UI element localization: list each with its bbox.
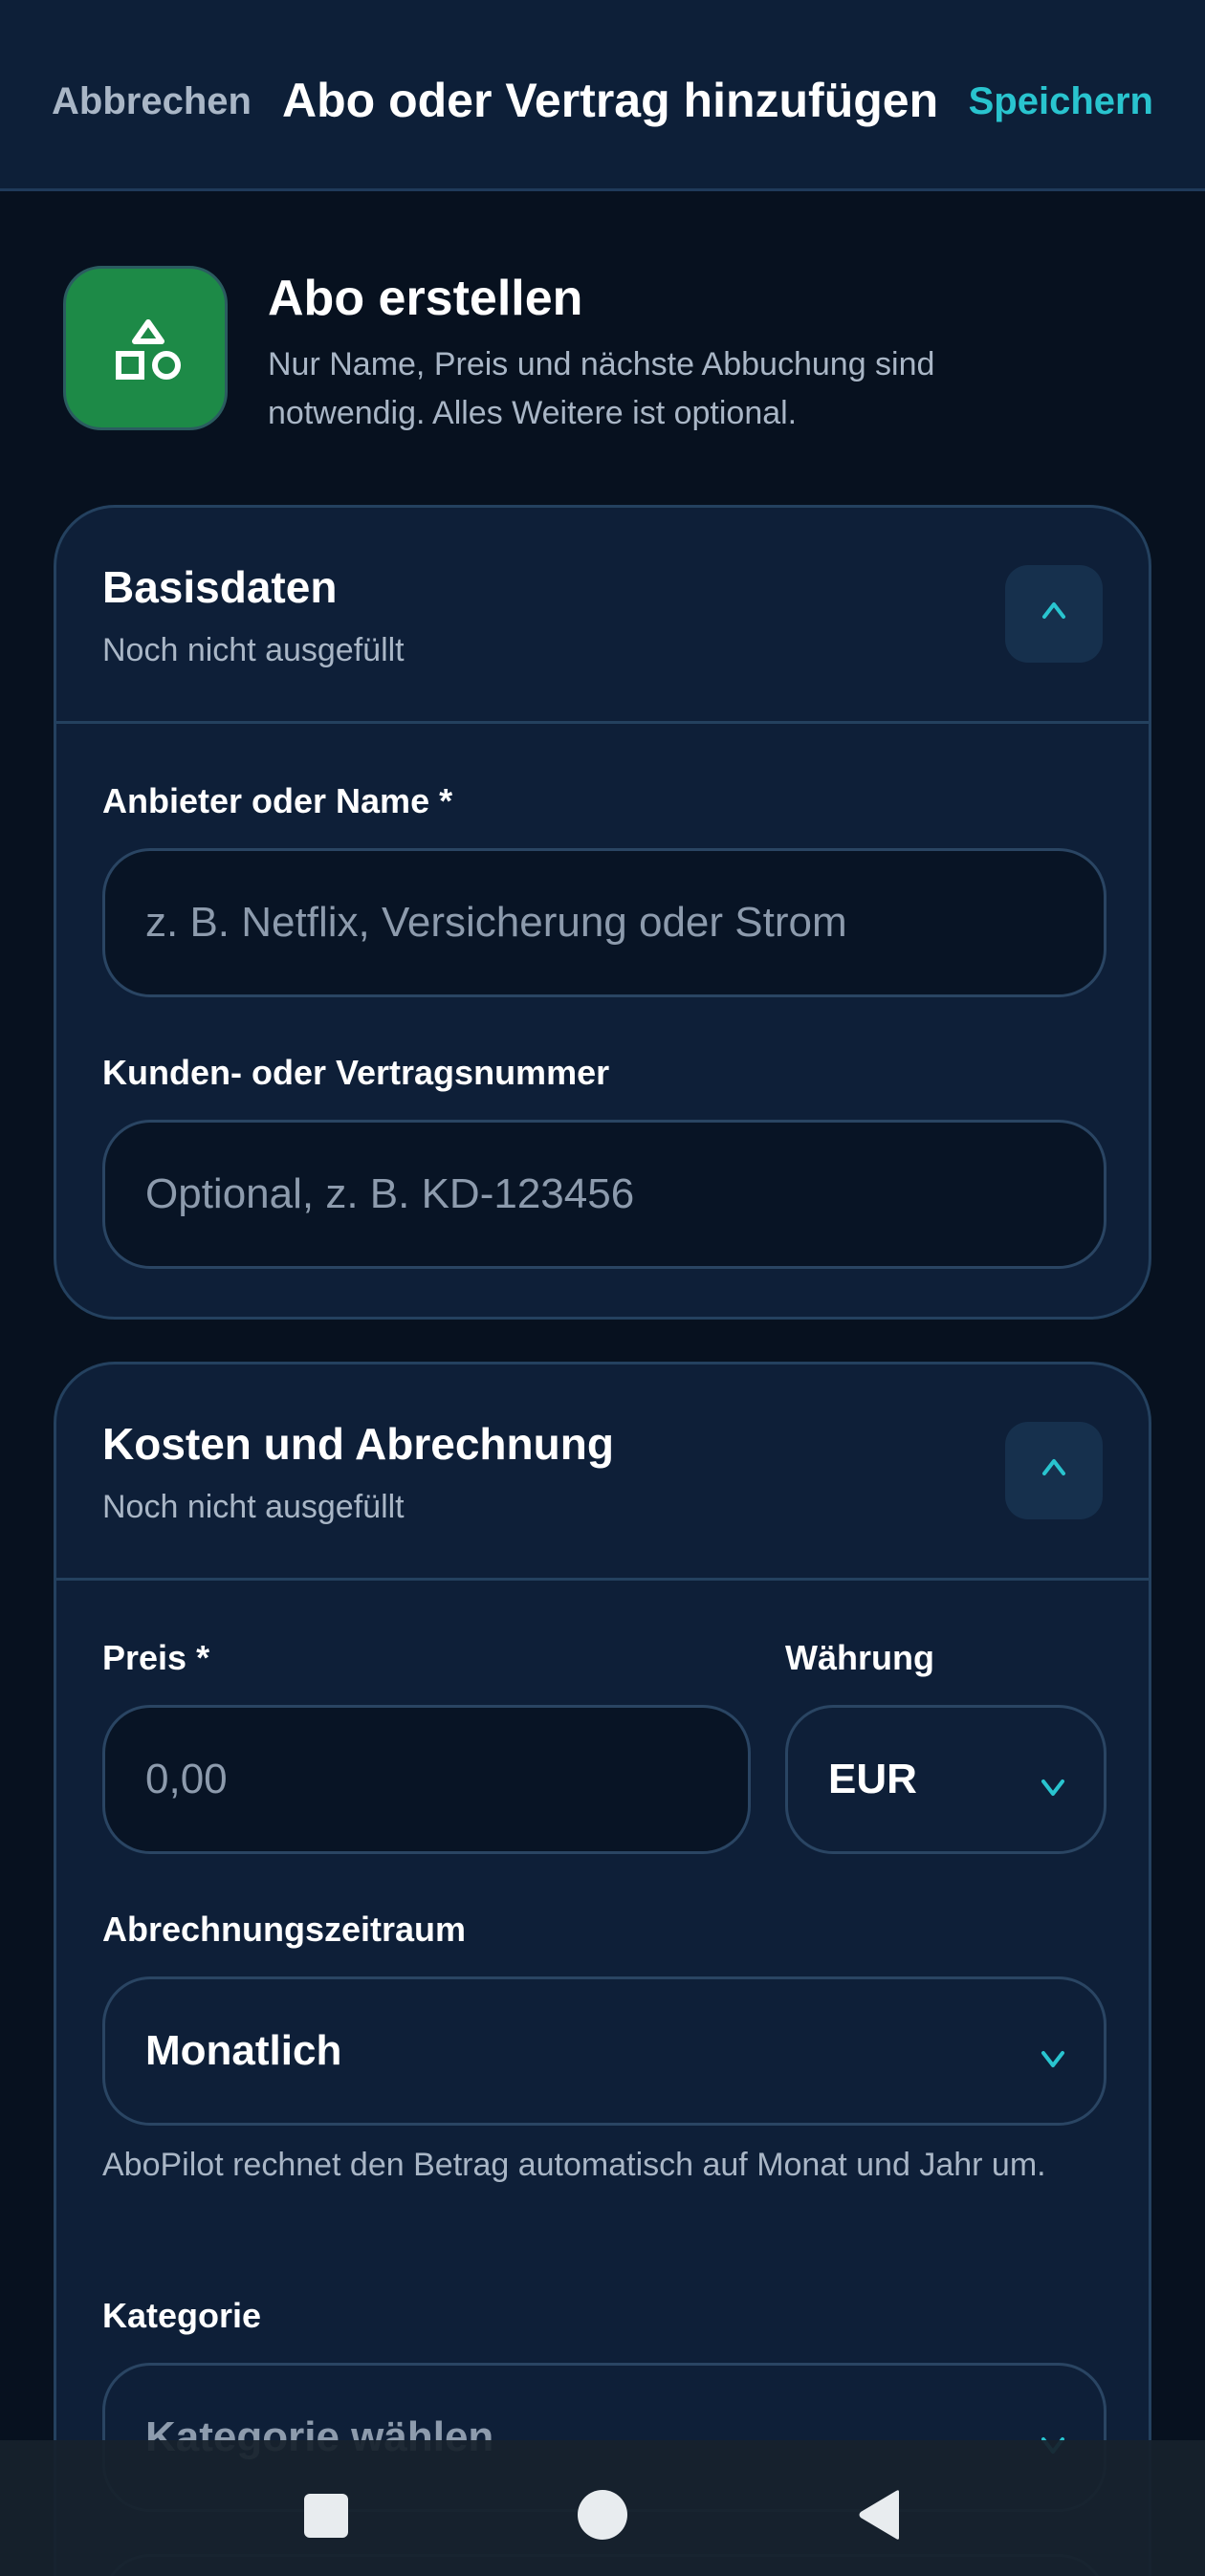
kosten-header[interactable]: Kosten und Abrechnung Noch nicht ausgefü… <box>56 1364 1149 1581</box>
back-icon[interactable] <box>855 2488 903 2546</box>
currency-label: Währung <box>785 1638 934 1677</box>
billing-period-value: Monatlich <box>145 2027 342 2074</box>
chevron-up-icon <box>1042 1459 1065 1475</box>
name-label: Anbieter oder Name * <box>102 781 453 820</box>
intro-title: Abo erstellen <box>268 271 583 326</box>
collapse-basisdaten-button[interactable] <box>1005 565 1103 663</box>
intro-description: Nur Name, Preis und nächste Abbuchung si… <box>268 346 935 431</box>
contract-number-input[interactable] <box>105 1123 1104 1266</box>
billing-period-select[interactable]: Monatlich <box>102 1976 1106 2126</box>
chevron-down-icon <box>1041 1779 1064 1796</box>
contract-number-field <box>102 1120 1106 1269</box>
kosten-section: Kosten und Abrechnung Noch nicht ausgefü… <box>54 1362 1151 2576</box>
currency-select[interactable]: EUR <box>785 1705 1106 1854</box>
shapes-icon <box>63 266 228 430</box>
section-title: Basisdaten <box>102 562 338 612</box>
category-label: Kategorie <box>102 2296 262 2335</box>
section-status: Noch nicht ausgefüllt <box>102 632 405 668</box>
home-icon[interactable] <box>578 2490 627 2540</box>
contract-number-label: Kunden- oder Vertragsnummer <box>102 1053 610 1092</box>
recents-icon[interactable] <box>304 2494 348 2538</box>
cancel-button[interactable]: Abbrechen <box>52 80 252 123</box>
price-label: Preis * <box>102 1638 210 1677</box>
add-subscription-screen: Abbrechen Abo oder Vertrag hinzufügen Sp… <box>0 0 1205 2576</box>
basisdaten-section: Basisdaten Noch nicht ausgefüllt Anbiete… <box>54 505 1151 1320</box>
currency-value: EUR <box>828 1756 917 1802</box>
price-field <box>102 1705 751 1854</box>
section-status: Noch nicht ausgefüllt <box>102 1489 405 1525</box>
chevron-up-icon <box>1042 602 1065 619</box>
basisdaten-header[interactable]: Basisdaten Noch nicht ausgefüllt <box>56 508 1149 724</box>
save-button[interactable]: Speichern <box>969 80 1153 123</box>
price-input[interactable] <box>105 1708 748 1851</box>
name-field <box>102 848 1106 997</box>
page-title: Abo oder Vertrag hinzufügen <box>282 74 939 127</box>
system-navigation-bar <box>0 2440 1205 2576</box>
billing-period-label: Abrechnungszeitraum <box>102 1910 467 1949</box>
chevron-down-icon <box>1041 2051 1064 2067</box>
top-bar: Abbrechen Abo oder Vertrag hinzufügen Sp… <box>0 0 1205 191</box>
billing-period-hint: AboPilot rechnet den Betrag automatisch … <box>102 2147 1046 2183</box>
collapse-kosten-button[interactable] <box>1005 1422 1103 1519</box>
name-input[interactable] <box>105 851 1104 994</box>
section-title: Kosten und Abrechnung <box>102 1419 614 1469</box>
